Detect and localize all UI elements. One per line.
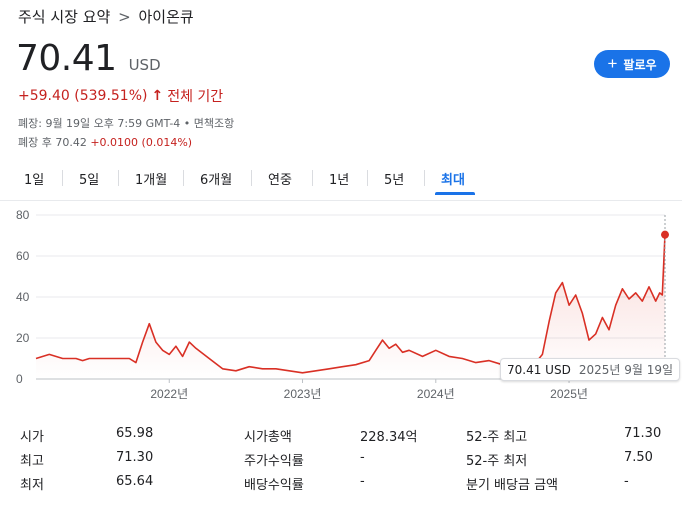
- tab-divider: [251, 170, 252, 186]
- after-hours-label: 폐장 후 70.42: [18, 136, 87, 149]
- current-price: 70.41: [16, 38, 117, 79]
- change-value: +59.40 (539.51%): [18, 88, 148, 104]
- breadcrumb-current: 아이온큐: [138, 8, 194, 26]
- stat-value-52w-low: 7.50: [624, 450, 653, 465]
- tab-6m[interactable]: 6개월: [200, 169, 232, 188]
- tooltip-value: 70.41 USD: [507, 362, 571, 377]
- x-tick-label: 2023년: [284, 387, 322, 401]
- tab-divider: [312, 170, 313, 186]
- tab-divider: [62, 170, 63, 186]
- stat-label-pe: 주가수익률: [244, 454, 304, 469]
- stat-value-pe: -: [360, 450, 365, 465]
- y-tick-label: 0: [16, 372, 23, 386]
- currency-label: USD: [128, 56, 161, 74]
- tab-1y[interactable]: 1년: [329, 169, 349, 188]
- period-label: 전체 기간: [167, 89, 224, 105]
- stat-value-low: 65.64: [116, 474, 154, 489]
- closed-info: 폐장: 9월 19일 오후 7:59 GMT-4 • 면책조항: [18, 117, 235, 130]
- stat-value-dividend-yield: -: [360, 474, 365, 489]
- stat-value-market-cap: 228.34억: [360, 430, 418, 445]
- tab-divider: [118, 170, 119, 186]
- tooltip-date: 2025년 9월 19일: [578, 363, 674, 377]
- tab-5y[interactable]: 5년: [384, 169, 404, 188]
- price-row: 70.41 USD: [16, 38, 161, 79]
- stat-label-quarterly-dividend: 분기 배당금 금액: [466, 478, 558, 493]
- stat-label-52w-low: 52-주 최저: [466, 454, 528, 469]
- stat-value-52w-high: 71.30: [624, 426, 662, 441]
- tab-1d[interactable]: 1일: [24, 169, 44, 188]
- range-tabs: 1일 5일 1개월 6개월 연중 1년 5년 최대: [0, 163, 682, 195]
- chart-tooltip: 70.41 USD 2025년 9월 19일: [500, 358, 681, 381]
- tab-ytd[interactable]: 연중: [268, 169, 292, 188]
- after-hours-info: 폐장 후 70.42 +0.0100 (0.014%): [18, 134, 192, 150]
- y-tick-label: 20: [16, 331, 30, 345]
- price-point: [661, 230, 669, 239]
- arrow-up-icon: ↑: [151, 88, 164, 104]
- stat-value-high: 71.30: [116, 450, 154, 465]
- x-tick-label: 2022년: [150, 387, 188, 401]
- price-change: +59.40 (539.51%) ↑ 전체 기간: [18, 86, 223, 106]
- stat-label-low: 최저: [20, 478, 44, 493]
- stat-label-high: 최고: [20, 454, 44, 469]
- y-tick-label: 60: [16, 249, 30, 263]
- tab-divider: [424, 170, 425, 186]
- breadcrumb-separator: >: [118, 8, 131, 26]
- tab-max[interactable]: 최대: [441, 169, 465, 188]
- x-tick-label: 2024년: [417, 387, 455, 401]
- tabs-divider: [0, 200, 682, 201]
- y-tick-label: 40: [16, 290, 30, 304]
- follow-button[interactable]: + 팔로우: [594, 50, 670, 78]
- tab-divider: [367, 170, 368, 186]
- stat-label-52w-high: 52-주 최고: [466, 430, 528, 445]
- x-tick-label: 2025년: [550, 387, 588, 401]
- tab-5d[interactable]: 5일: [79, 169, 99, 188]
- breadcrumb-parent[interactable]: 주식 시장 요약: [18, 8, 110, 26]
- stat-label-open: 시가: [20, 430, 44, 445]
- y-tick-label: 80: [16, 208, 30, 222]
- breadcrumb: 주식 시장 요약 > 아이온큐: [18, 6, 194, 27]
- stat-value-open: 65.98: [116, 426, 154, 441]
- stat-label-dividend-yield: 배당수익률: [244, 478, 304, 493]
- tab-divider: [183, 170, 184, 186]
- tab-1m[interactable]: 1개월: [135, 169, 167, 188]
- stat-value-quarterly-dividend: -: [624, 474, 629, 489]
- stat-label-market-cap: 시가총액: [244, 430, 292, 445]
- follow-button-label: 팔로우: [623, 57, 657, 72]
- plus-icon: +: [607, 54, 618, 73]
- active-tab-indicator: [435, 192, 475, 195]
- after-hours-change: +0.0100 (0.014%): [90, 136, 193, 149]
